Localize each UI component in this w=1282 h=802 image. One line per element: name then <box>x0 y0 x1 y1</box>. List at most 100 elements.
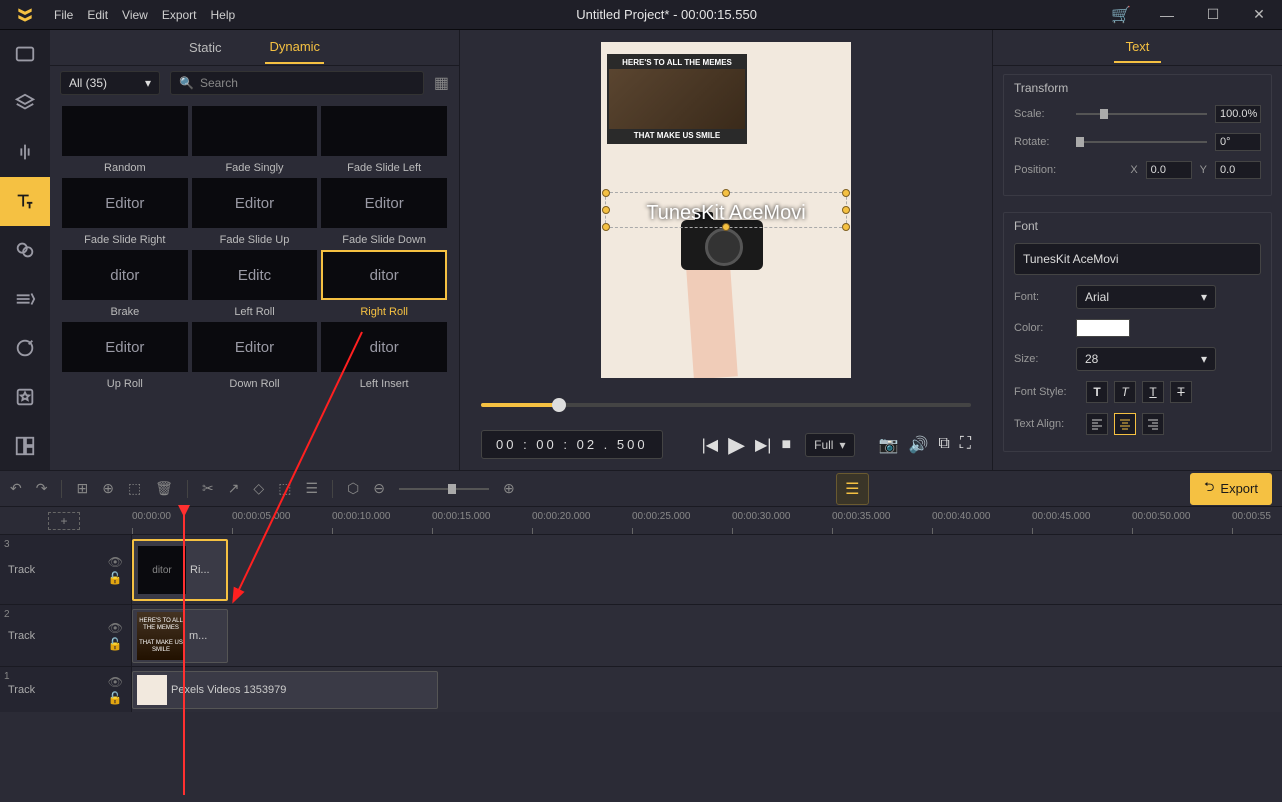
visibility-icon[interactable]: 👁 <box>108 621 123 635</box>
clip-thumb: ditor <box>138 546 186 594</box>
add-track-button[interactable]: + <box>48 512 80 530</box>
lock-icon[interactable]: 🔓 <box>108 637 123 651</box>
effect-item[interactable]: Random <box>62 106 188 174</box>
redo-icon[interactable]: ↷ <box>36 480 48 497</box>
close-button[interactable]: ✕ <box>1236 0 1282 30</box>
track-2: 2 Track 👁🔓 HERE'S TO ALL THE MEMESTHAT M… <box>0 604 1282 666</box>
next-frame-icon[interactable]: ▶| <box>755 435 771 455</box>
tool-icon-5[interactable]: ◇ <box>253 480 264 497</box>
preview-quality-select[interactable]: Full▾ <box>805 433 854 457</box>
export-settings-button[interactable]: ☰ <box>836 473 868 505</box>
effect-item[interactable]: ditorLeft Insert <box>321 322 447 390</box>
effect-item[interactable]: ditorBrake <box>62 250 188 318</box>
filter-dropdown[interactable]: All (35)▾ <box>60 71 160 95</box>
tool-icon-4[interactable]: ↗ <box>228 480 240 497</box>
bold-button[interactable]: T <box>1086 381 1108 403</box>
image-clip[interactable]: HERE'S TO ALL THE MEMESTHAT MAKE US SMIL… <box>132 609 228 663</box>
effect-item[interactable]: ditorRight Roll <box>321 250 447 318</box>
sidebar-stickers[interactable] <box>0 323 50 372</box>
effect-item[interactable]: EditorDown Roll <box>192 322 318 390</box>
menu-view[interactable]: View <box>122 8 148 22</box>
italic-button[interactable]: T <box>1114 381 1136 403</box>
tab-text-properties[interactable]: Text <box>1114 32 1162 63</box>
rotate-slider[interactable] <box>1076 136 1207 148</box>
menu-file[interactable]: File <box>54 8 73 22</box>
tool-icon-1[interactable]: ⊞ <box>76 480 88 497</box>
y-label: Y <box>1200 164 1207 176</box>
cart-icon[interactable]: 🛒 <box>1098 5 1144 25</box>
snapshot-icon[interactable]: 📷 <box>879 435 899 455</box>
prev-frame-icon[interactable]: |◀ <box>702 435 718 455</box>
effect-item[interactable]: EditorUp Roll <box>62 322 188 390</box>
align-center-button[interactable] <box>1114 413 1136 435</box>
sidebar-media[interactable] <box>0 30 50 79</box>
sidebar-text[interactable] <box>0 177 50 226</box>
detach-icon[interactable]: ⧉ <box>938 435 949 455</box>
effect-item[interactable]: EditorFade Slide Right <box>62 178 188 246</box>
minimize-button[interactable]: — <box>1144 0 1190 30</box>
effect-item[interactable]: Fade Slide Left <box>321 106 447 174</box>
preview-canvas[interactable]: HERE'S TO ALL THE MEMES THAT MAKE US SMI… <box>601 42 851 378</box>
align-left-button[interactable] <box>1086 413 1108 435</box>
search-input[interactable]: 🔍Search <box>170 71 424 95</box>
position-x-value[interactable]: 0.0 <box>1146 161 1192 179</box>
effect-item[interactable]: EditorFade Slide Down <box>321 178 447 246</box>
tool-icon-2[interactable]: ⊕ <box>102 480 114 497</box>
size-select[interactable]: 28▾ <box>1076 347 1216 371</box>
text-clip[interactable]: ditor Ri... <box>132 539 228 601</box>
track-name: Track <box>8 564 35 576</box>
split-icon[interactable]: ✂ <box>202 480 214 497</box>
color-swatch[interactable] <box>1076 319 1130 337</box>
color-label: Color: <box>1014 322 1068 334</box>
sidebar-audio[interactable] <box>0 128 50 177</box>
align-right-button[interactable] <box>1142 413 1164 435</box>
sidebar-templates[interactable] <box>0 421 50 470</box>
menu-edit[interactable]: Edit <box>87 8 108 22</box>
grid-view-icon[interactable]: ▦ <box>434 73 449 93</box>
effect-thumb: ditor <box>321 322 447 372</box>
rotate-value[interactable]: 0° <box>1215 133 1261 151</box>
effect-item[interactable]: EditorFade Slide Up <box>192 178 318 246</box>
maximize-button[interactable]: ☐ <box>1190 0 1236 30</box>
lock-icon[interactable]: 🔓 <box>108 691 123 705</box>
tool-icon-6[interactable]: ☰ <box>305 480 318 497</box>
font-select[interactable]: Arial▾ <box>1076 285 1216 309</box>
sidebar-favorites[interactable] <box>0 372 50 421</box>
preview-scrubber[interactable] <box>481 398 971 412</box>
text-content-input[interactable] <box>1014 243 1261 275</box>
menu-help[interactable]: Help <box>211 8 236 22</box>
timeline-ruler[interactable]: + 00:00:0000:00:05.00000:00:10.00000:00:… <box>0 506 1282 534</box>
delete-icon[interactable]: 🗑 <box>155 480 173 497</box>
sidebar-transitions[interactable] <box>0 274 50 323</box>
selection-box[interactable] <box>605 192 847 228</box>
play-icon[interactable]: ▶ <box>728 432 745 458</box>
stop-icon[interactable]: ■ <box>781 436 791 454</box>
export-button[interactable]: ⮌Export <box>1190 473 1272 505</box>
zoom-in-icon[interactable]: ⊕ <box>503 480 515 497</box>
marker-icon[interactable]: ⬡ <box>347 480 359 497</box>
sidebar-filters[interactable] <box>0 226 50 275</box>
tab-static[interactable]: Static <box>185 32 226 63</box>
effect-item[interactable]: EditcLeft Roll <box>192 250 318 318</box>
scale-value[interactable]: 100.0% <box>1215 105 1261 123</box>
crop-icon[interactable]: ⬚ <box>278 480 291 497</box>
underline-button[interactable]: T <box>1142 381 1164 403</box>
effect-item[interactable]: Fade Singly <box>192 106 318 174</box>
video-clip[interactable]: Pexels Videos 1353979 <box>132 671 438 709</box>
tool-icon-3[interactable]: ⬚ <box>128 480 141 497</box>
position-y-value[interactable]: 0.0 <box>1215 161 1261 179</box>
strikethrough-button[interactable]: T <box>1170 381 1192 403</box>
scale-slider[interactable] <box>1076 108 1207 120</box>
menu-export[interactable]: Export <box>162 8 197 22</box>
ruler-tick: 00:00:45.000 <box>1032 511 1090 522</box>
volume-icon[interactable]: 🔊 <box>908 435 928 455</box>
visibility-icon[interactable]: 👁 <box>108 555 123 569</box>
undo-icon[interactable]: ↶ <box>10 480 22 497</box>
zoom-slider[interactable] <box>399 483 489 495</box>
zoom-out-icon[interactable]: ⊖ <box>373 480 385 497</box>
lock-icon[interactable]: 🔓 <box>108 571 123 585</box>
sidebar-layers[interactable] <box>0 79 50 128</box>
tab-dynamic[interactable]: Dynamic <box>265 31 324 64</box>
fullscreen-icon[interactable]: ⛶ <box>960 435 971 455</box>
visibility-icon[interactable]: 👁 <box>108 675 123 689</box>
